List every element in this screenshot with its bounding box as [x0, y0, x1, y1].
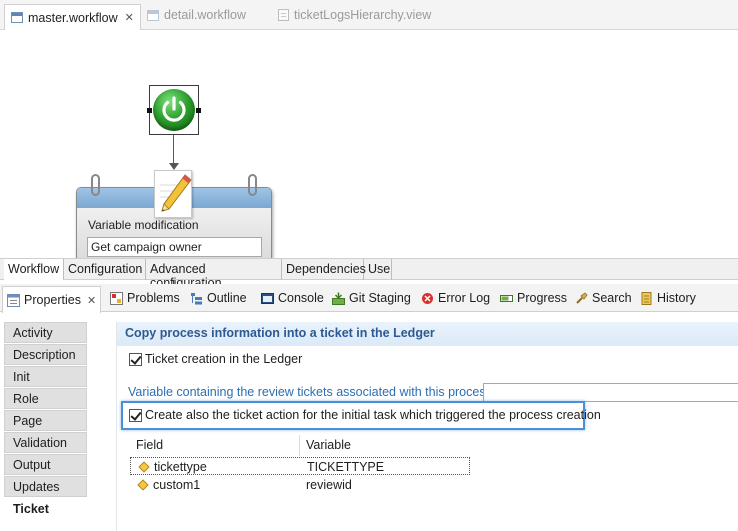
progress-icon — [500, 292, 513, 305]
properties-view: Activity Description Init Role Page Vali… — [0, 313, 738, 531]
nav-validation[interactable]: Validation — [4, 432, 87, 453]
node-description: Get campaign owner — [87, 237, 262, 257]
transition-line — [173, 135, 174, 165]
editor-tab-label: master.workflow — [28, 10, 118, 25]
tab-problems[interactable]: Problems — [110, 288, 180, 308]
node-title: Variable modification — [88, 218, 199, 232]
editor-tab-label: detail.workflow — [164, 8, 246, 22]
field-variable-table: Field Variable tickettype TICKETTYPE cus… — [130, 435, 472, 531]
nav-output[interactable]: Output — [4, 454, 87, 475]
start-node[interactable] — [147, 85, 201, 135]
nav-description[interactable]: Description — [4, 344, 87, 365]
field-icon — [137, 479, 149, 491]
tab-label: Error Log — [438, 291, 491, 305]
workflow-file-icon — [147, 9, 159, 21]
nav-activity[interactable]: Activity — [4, 322, 87, 343]
editor-tab-master-workflow[interactable]: master.workflow ✕ — [4, 4, 141, 30]
tab-use[interactable]: Use — [364, 259, 392, 280]
tab-advanced-configuration[interactable]: Advanced configuration — [146, 259, 282, 290]
tab-outline[interactable]: Outline — [190, 288, 247, 308]
properties-sections-nav: Activity Description Init Role Page Vali… — [4, 322, 87, 531]
nav-updates[interactable]: Updates — [4, 476, 87, 497]
workflow-file-icon — [11, 12, 23, 23]
tab-label: Search — [592, 291, 632, 305]
tab-error-log[interactable]: Error Log — [421, 288, 490, 308]
cell-variable: reviewid — [306, 478, 352, 492]
binder-ring — [91, 174, 100, 196]
tab-history[interactable]: History — [640, 288, 696, 308]
power-icon — [153, 89, 195, 131]
column-header-field[interactable]: Field — [130, 435, 300, 456]
workflow-canvas[interactable]: Variable modification Get campaign owner — [0, 31, 738, 289]
tab-label: Console — [278, 291, 324, 305]
node-handle[interactable] — [147, 108, 152, 113]
properties-icon — [7, 293, 20, 307]
node-handle[interactable] — [196, 108, 201, 113]
view-tab-bar: Properties ✕ Problems Outline Console Gi… — [0, 284, 738, 313]
nav-page[interactable]: Page — [4, 410, 87, 431]
editor-tab-label: ticketLogsHierarchy.view — [294, 8, 432, 22]
tab-properties[interactable]: Properties ✕ — [2, 286, 102, 313]
nav-init[interactable]: Init — [4, 366, 87, 387]
search-icon — [575, 291, 588, 305]
cell-variable: TICKETTYPE — [307, 460, 385, 474]
variable-input[interactable] — [483, 383, 738, 402]
nav-role[interactable]: Role — [4, 388, 87, 409]
history-icon — [640, 291, 653, 305]
git-staging-icon — [332, 292, 345, 305]
tab-git-staging[interactable]: Git Staging — [332, 288, 411, 308]
section-title: Copy process information into a ticket i… — [117, 322, 738, 346]
table-row[interactable]: tickettype TICKETTYPE — [130, 457, 470, 475]
binder-ring — [248, 174, 257, 196]
ticket-section-panel: Copy process information into a ticket i… — [116, 322, 738, 531]
editor-page-tabs: Workflow Configuration Advanced configur… — [0, 258, 738, 290]
tab-configuration[interactable]: Configuration — [64, 259, 146, 280]
column-header-variable[interactable]: Variable — [300, 435, 470, 456]
variable-label: Variable containing the review tickets a… — [128, 385, 492, 399]
tab-label: Progress — [517, 291, 568, 305]
view-file-icon — [278, 9, 289, 21]
ticket-creation-checkbox[interactable] — [129, 353, 142, 366]
error-log-icon — [421, 292, 434, 305]
cell-field: tickettype — [154, 460, 207, 474]
tab-console[interactable]: Console — [261, 288, 324, 308]
tab-label: History — [657, 291, 696, 305]
close-icon[interactable]: ✕ — [87, 294, 96, 307]
tab-label: Git Staging — [349, 291, 411, 305]
close-icon[interactable]: ✕ — [125, 11, 134, 24]
outline-icon — [190, 292, 203, 305]
ticket-creation-label: Ticket creation in the Ledger — [145, 352, 303, 366]
problems-icon — [110, 291, 123, 305]
create-ticket-action-label: Create also the ticket action for the in… — [145, 408, 601, 422]
tab-label: Properties — [24, 293, 81, 307]
tab-label: Problems — [127, 291, 180, 305]
tab-label: Outline — [207, 291, 247, 305]
tab-search[interactable]: Search — [575, 288, 632, 308]
tab-dependencies[interactable]: Dependencies — [282, 259, 366, 280]
cell-field: custom1 — [153, 478, 201, 492]
editor-tab-detail-workflow[interactable]: detail.workflow — [141, 4, 252, 26]
nav-ticket[interactable]: Ticket — [4, 498, 87, 519]
tab-workflow[interactable]: Workflow — [4, 259, 64, 280]
transition-arrow — [169, 163, 179, 170]
tab-progress[interactable]: Progress — [500, 288, 567, 308]
edit-pencil-icon — [154, 170, 192, 218]
console-icon — [261, 292, 274, 305]
field-icon — [138, 461, 150, 473]
create-ticket-action-checkbox[interactable] — [129, 409, 142, 422]
editor-tab-bar: master.workflow ✕ detail.workflow ticket… — [0, 0, 738, 30]
table-row[interactable]: custom1 reviewid — [130, 476, 470, 494]
editor-tab-ticket-logs-view[interactable]: ticketLogsHierarchy.view — [272, 4, 437, 26]
